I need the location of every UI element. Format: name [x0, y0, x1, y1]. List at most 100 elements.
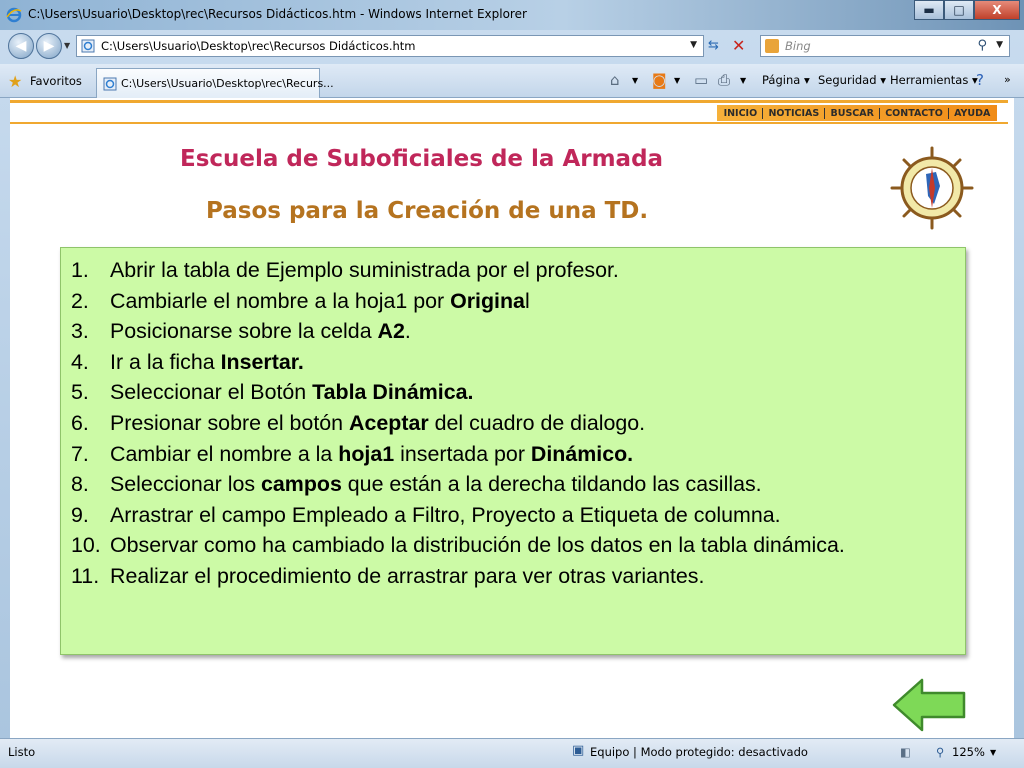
step-text-part: Cambiarle el nombre a la hoja1 por: [110, 288, 451, 313]
top-divider: [10, 100, 1008, 103]
zoom-icon[interactable]: ⚲: [936, 745, 944, 759]
back-button[interactable]: ◀: [8, 33, 34, 59]
window-controls: ▬ □ X: [914, 0, 1020, 20]
favorites-bar: ★ Favoritos C:\Users\Usuario\Desktop\rec…: [0, 64, 1024, 98]
step-text: Cambiarle el nombre a la hoja1 por Origi…: [110, 286, 955, 317]
nav-separator: [824, 107, 826, 119]
list-item: 11. Realizar el procedimiento de arrastra…: [71, 561, 955, 592]
step-text-part: Ir a la ficha: [110, 349, 221, 374]
list-item: 3. Posicionarse sobre la celda A2.: [71, 316, 955, 347]
step-number: 1.: [71, 258, 89, 282]
address-url: C:\Users\Usuario\Desktop\rec\Recursos Di…: [101, 39, 416, 53]
security-menu[interactable]: Seguridad ▾: [818, 73, 886, 87]
arrow-right-icon: ▶: [43, 38, 55, 54]
favorites-button[interactable]: Favoritos: [30, 74, 82, 88]
tab-current[interactable]: C:\Users\Usuario\Desktop\rec\Recurs...: [96, 68, 334, 98]
feed-dropdown-icon[interactable]: ▼: [674, 76, 680, 85]
help-icon[interactable]: ?: [976, 71, 984, 89]
browser-window: C:\Users\Usuario\Desktop\rec\Recursos Di…: [0, 0, 1024, 768]
step-number: 2.: [71, 288, 89, 313]
search-dropdown-icon[interactable]: ▼: [996, 40, 1003, 50]
tools-menu-label: Herramientas: [890, 73, 969, 87]
stop-icon[interactable]: ✕: [732, 36, 752, 56]
page-icon: [103, 77, 117, 91]
back-arrow-button[interactable]: [890, 676, 968, 734]
status-bar: Listo ▣ Equipo | Modo protegido: desacti…: [0, 738, 1024, 768]
site-nav: INICIO NOTICIAS BUSCAR CONTACTO AYUDA: [717, 105, 997, 121]
computer-icon: ▣: [572, 743, 585, 758]
more-icon[interactable]: »: [1004, 73, 1011, 86]
tab-title: C:\Users\Usuario\Desktop\rec\Recurs...: [121, 77, 334, 90]
rss-feed-icon[interactable]: ◙: [652, 71, 667, 89]
step-text-part: insertada por: [394, 441, 531, 466]
minimize-button[interactable]: ▬: [914, 0, 944, 20]
address-dropdown-icon[interactable]: ▼: [690, 40, 697, 50]
nav-link-buscar[interactable]: BUSCAR: [830, 108, 873, 119]
print-dropdown-icon[interactable]: ▼: [740, 76, 746, 85]
step-text-bold: hoja1: [338, 441, 395, 466]
list-item: 7. Cambiar el nombre a la hoja1 insertada…: [71, 439, 955, 470]
search-placeholder: Bing: [785, 39, 811, 53]
nav-divider: [10, 122, 1008, 124]
page-content: INICIO NOTICIAS BUSCAR CONTACTO AYUDA Escuel…: [10, 98, 1014, 738]
step-text-part: Cambiar el nombre a la: [110, 441, 339, 466]
security-zone[interactable]: Equipo | Modo protegido: desactivado: [590, 745, 808, 759]
page-menu[interactable]: Página ▾: [762, 73, 810, 87]
list-item: 6. Presionar sobre el botón Aceptar del c…: [71, 408, 955, 439]
list-item: 9. Arrastrar el campo Empleado a Filtro, …: [71, 500, 955, 531]
status-text: Listo: [8, 745, 36, 759]
history-dropdown-icon[interactable]: ▼: [64, 41, 70, 50]
step-text: Presionar sobre el botón Aceptar del cua…: [110, 408, 955, 439]
search-icon[interactable]: ⚲: [977, 38, 987, 53]
security-menu-label: Seguridad: [818, 73, 877, 87]
step-text: Abrir la tabla de Ejemplo suministrada p…: [110, 255, 955, 286]
step-number: 6.: [71, 410, 89, 435]
list-item: 2. Cambiarle el nombre a la hoja1 por Ori…: [71, 286, 955, 317]
tools-menu[interactable]: Herramientas ▾: [890, 73, 978, 87]
step-number: 10.: [71, 533, 101, 558]
list-item: 5. Seleccionar el Botón Tabla Dinámica.: [71, 377, 955, 408]
step-number: 5.: [71, 380, 89, 405]
step-text-part: Seleccionar el Botón: [110, 380, 313, 405]
zoom-level[interactable]: 125%: [952, 745, 985, 759]
address-bar[interactable]: C:\Users\Usuario\Desktop\rec\Recursos Di…: [76, 35, 704, 57]
steps-panel: 1. Abrir la tabla de Ejemplo suministrada…: [60, 247, 966, 655]
home-dropdown-icon[interactable]: ▼: [632, 76, 638, 85]
page-menu-label: Página: [762, 73, 801, 87]
close-button[interactable]: X: [974, 0, 1020, 20]
step-text-bold: campos: [261, 472, 342, 497]
nav-separator: [947, 107, 949, 119]
ie-logo-icon: [6, 7, 22, 23]
step-text: Posicionarse sobre la celda A2.: [110, 316, 955, 347]
maximize-button[interactable]: □: [944, 0, 974, 20]
bing-logo-icon: [765, 39, 779, 53]
forward-button[interactable]: ▶: [36, 33, 62, 59]
search-box[interactable]: Bing ⚲ ▼: [760, 35, 1010, 57]
print-icon[interactable]: ⎙: [718, 71, 730, 89]
step-text-part: Seleccionar los: [110, 472, 261, 497]
favorites-star-icon[interactable]: ★: [8, 72, 22, 91]
nav-link-inicio[interactable]: INICIO: [724, 108, 758, 119]
nav-link-ayuda[interactable]: AYUDA: [954, 108, 990, 119]
step-number: 7.: [71, 441, 89, 466]
mail-icon[interactable]: ▭: [694, 71, 708, 89]
page-title: Escuela de Suboficiales de la Armada: [180, 146, 664, 172]
step-text-bold: Aceptar: [349, 410, 429, 435]
nav-link-contacto[interactable]: CONTACTO: [885, 108, 943, 119]
step-text: Seleccionar los campos que están a la de…: [110, 469, 955, 500]
zoom-dropdown-icon[interactable]: ▼: [990, 748, 996, 757]
title-bar[interactable]: C:\Users\Usuario\Desktop\rec\Recursos Di…: [0, 0, 1024, 30]
step-text: Cambiar el nombre a la hoja1 insertada p…: [110, 439, 955, 470]
step-text-part: que están a la derecha tildando las casi…: [341, 472, 762, 497]
step-number: 4.: [71, 349, 89, 374]
protected-mode-icon[interactable]: ◧: [900, 745, 911, 759]
refresh-icon[interactable]: ⇆: [708, 38, 728, 56]
step-text-bold: Tabla Dinámica.: [312, 380, 474, 405]
step-text-part: Arrastrar el campo Empleado a Filtro, Pr…: [110, 502, 781, 527]
step-text-part: .: [404, 319, 411, 344]
step-text-part: Abrir la tabla de Ejemplo suministrada p…: [110, 258, 619, 282]
nav-link-noticias[interactable]: NOTICIAS: [768, 108, 819, 119]
step-text: Arrastrar el campo Empleado a Filtro, Pr…: [110, 500, 955, 531]
nav-separator: [762, 107, 764, 119]
home-icon[interactable]: ⌂: [610, 71, 620, 89]
